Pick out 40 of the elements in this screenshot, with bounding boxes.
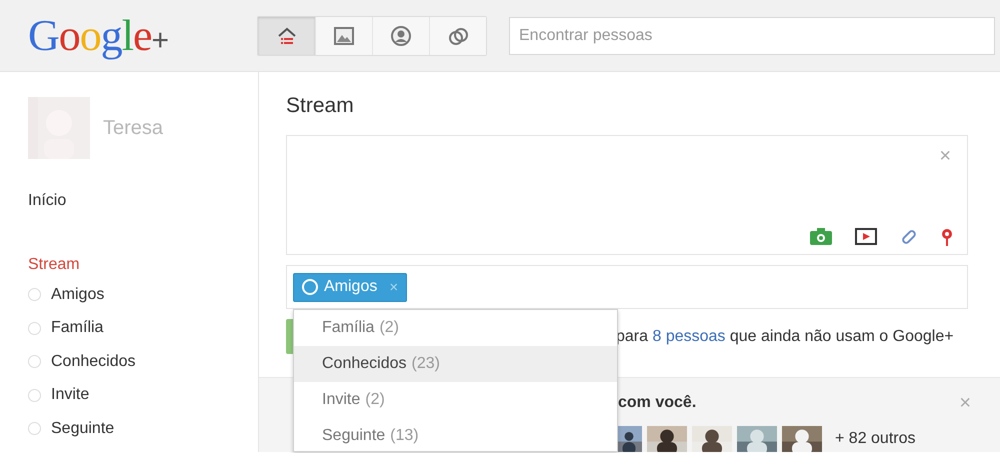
profile-icon — [391, 26, 411, 46]
stream-heading[interactable]: Stream — [28, 256, 258, 274]
suggestion-text: com você. — [618, 394, 698, 412]
camera-icon[interactable] — [809, 227, 833, 246]
link-icon[interactable] — [899, 228, 919, 244]
circle-icon — [28, 288, 41, 302]
circle-icon — [28, 322, 41, 335]
menu-item[interactable]: Família (2) — [294, 310, 617, 346]
post-box[interactable]: × — [286, 135, 968, 255]
menu-item[interactable]: Conhecidos (23) — [294, 346, 617, 382]
circles-icon — [448, 26, 468, 46]
nav-tab[interactable] — [258, 16, 315, 54]
video-icon[interactable] — [855, 228, 877, 245]
nav-link[interactable]: Início — [28, 192, 258, 210]
page-title: Stream — [286, 94, 355, 118]
close-button[interactable]: × — [937, 146, 953, 166]
more-people[interactable]: + 82 outros — [835, 430, 916, 448]
share-field[interactable]: Amigos × — [286, 265, 968, 309]
menu-item[interactable]: Invite (2) — [294, 382, 617, 418]
chip-label: Amigos — [324, 278, 378, 296]
circle-link[interactable]: Conhecidos — [51, 352, 136, 371]
nav-tab[interactable] — [429, 16, 486, 54]
circle-icon — [302, 279, 318, 295]
location-pin-icon[interactable] — [941, 228, 953, 246]
circle-icon — [28, 422, 41, 436]
circle-link[interactable]: Amigos — [51, 286, 104, 304]
people-link[interactable]: 8 pessoas — [652, 328, 726, 344]
menu-item[interactable]: Seguinte (13) — [294, 418, 617, 453]
circle-link[interactable]: Seguinte — [51, 420, 114, 438]
circle-icon — [28, 388, 41, 402]
nav-tab[interactable] — [372, 16, 429, 54]
photo-icon — [334, 26, 354, 44]
logo[interactable]: Google+ — [28, 14, 257, 58]
home-icon — [276, 26, 296, 44]
nav-tab[interactable] — [315, 16, 372, 54]
search-field[interactable]: Encontrar pessoas — [509, 16, 995, 54]
circle-icon — [28, 355, 41, 368]
circle-link[interactable]: Invite — [51, 386, 90, 404]
circle-link[interactable]: Família — [51, 319, 104, 338]
circle-chip[interactable]: Amigos × — [293, 272, 408, 302]
